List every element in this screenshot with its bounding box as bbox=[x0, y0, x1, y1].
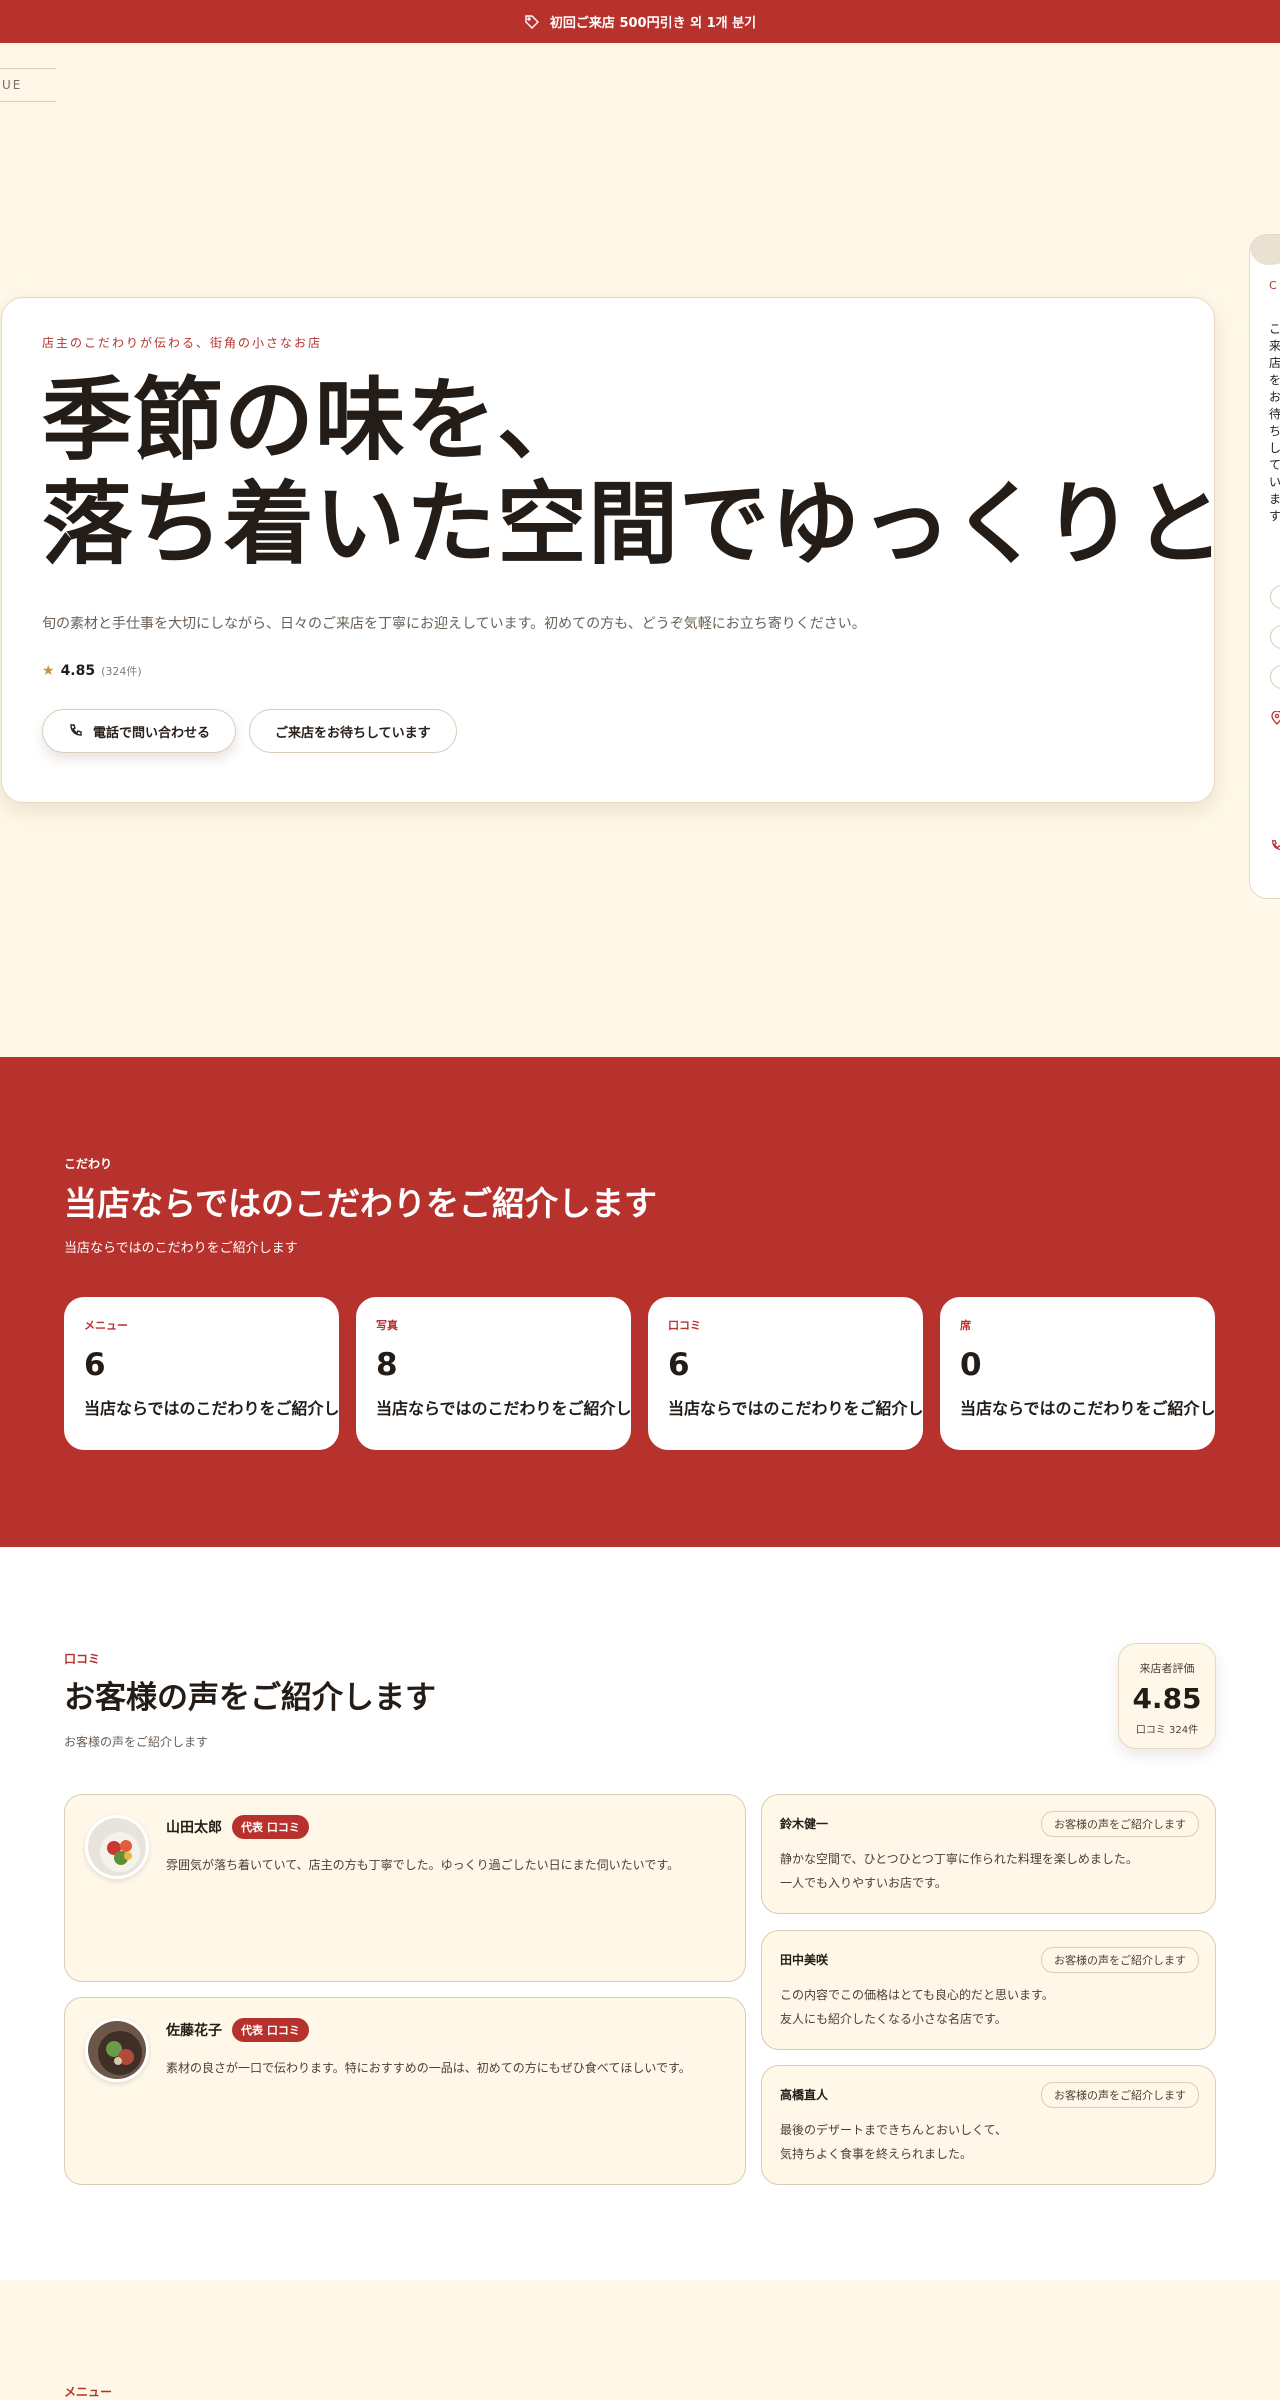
stat-cards: メニュー 6 当店ならではのこだわりをご紹介します 写真 8 当店ならではのこだ… bbox=[64, 1297, 1215, 1450]
rating-summary-count: 口コミ 324件 bbox=[1135, 1725, 1199, 1736]
commitment-title: 当店ならではのこだわりをご紹介します bbox=[64, 1184, 658, 1223]
phone-icon bbox=[1272, 840, 1280, 850]
stat-value: 6 bbox=[84, 1347, 106, 1383]
commitment-subtitle: 当店ならではのこだわりをご紹介します bbox=[64, 1241, 298, 1256]
avatar bbox=[85, 2018, 149, 2082]
stat-text: 当店ならではのこだわりをご紹介します bbox=[668, 1399, 923, 1418]
reviewer-name: 佐藤花子 bbox=[166, 2023, 222, 2039]
stat-text: 当店ならではのこだわりをご紹介します bbox=[960, 1399, 1215, 1418]
featured-badge: 代表 口コミ bbox=[232, 2018, 309, 2042]
review-body: 雰囲気が落ち着いていて、店主の方も丁寧でした。ゆっくり過ごしたい日にまた伺いたい… bbox=[166, 1858, 680, 1872]
rating-summary: 来店者評価 4.85 口コミ 324件 bbox=[1118, 1643, 1216, 1749]
food-photo-icon bbox=[88, 1818, 146, 1876]
review-tag: お客様の声をご紹介します bbox=[1041, 1811, 1199, 1837]
commitment-kicker: こだわり bbox=[64, 1157, 113, 1171]
reviewer-name: 田中美咲 bbox=[780, 1953, 829, 1967]
hero-card: 店主のこだわりが伝わる、街角の小さなお店 季節の味を、 落ち着いた空間でゆっくり… bbox=[1, 297, 1225, 803]
phone-icon bbox=[70, 724, 82, 736]
stat-label: メニュー bbox=[84, 1319, 128, 1332]
tag-icon bbox=[525, 14, 539, 29]
side-panel-pill[interactable] bbox=[1270, 665, 1280, 689]
review-tag: お客様の声をご紹介します bbox=[1041, 2082, 1199, 2108]
hero-title-line1: 季節の味を、 bbox=[42, 368, 588, 473]
review-tag: お客様の声をご紹介します bbox=[1041, 1947, 1199, 1973]
stat-card-seats[interactable]: 席 0 当店ならではのこだわりをご紹介します bbox=[940, 1297, 1215, 1450]
review-card[interactable]: 高橋直人 お客様の声をご紹介します 最後のデザートまできちんとおいしくて、 気持… bbox=[761, 2065, 1216, 2185]
reviews-section: 口コミ お客様の声をご紹介します お客様の声をご紹介します 来店者評価 4.85… bbox=[0, 1547, 1280, 2280]
stat-value: 8 bbox=[376, 1347, 398, 1383]
promo-text: 初回ご来店 500円引き 외 1개 분기 bbox=[549, 16, 757, 31]
food-photo-icon bbox=[88, 2021, 146, 2079]
review-card[interactable]: 鈴木健一 お客様の声をご紹介します 静かな空間で、ひとつひとつ丁寧に作られた料理… bbox=[761, 1794, 1216, 1914]
hero-kicker: 店主のこだわりが伝わる、街角の小さなお店 bbox=[42, 336, 323, 350]
stat-card-reviews[interactable]: 口コミ 6 当店ならではのこだわりをご紹介します bbox=[648, 1297, 923, 1450]
reviewer-name: 山田太郎 bbox=[166, 1820, 222, 1836]
star-icon: ★ bbox=[42, 663, 55, 679]
side-panel-top bbox=[1250, 235, 1280, 265]
rating-summary-score: 4.85 bbox=[1132, 1682, 1202, 1715]
reviewer-name: 高橋直人 bbox=[780, 2088, 829, 2102]
call-button-label: 電話で問い合わせる bbox=[93, 724, 211, 740]
avatar bbox=[85, 1815, 149, 1879]
stat-text: 当店ならではのこだわりをご紹介します bbox=[376, 1399, 631, 1418]
call-button[interactable]: 電話で問い合わせる bbox=[42, 709, 237, 753]
hero-title-line2: 落ち着いた空間でゆっくりと bbox=[42, 472, 1225, 577]
reviews-subtitle: お客様の声をご紹介します bbox=[64, 1735, 209, 1749]
location-icon bbox=[1271, 711, 1280, 725]
rating-score: 4.85 bbox=[60, 663, 96, 679]
stat-value: 6 bbox=[668, 1347, 690, 1383]
hero-description: 旬の素材と手仕事を大切にしながら、日々のご来店を丁寧にお迎えしています。初めての… bbox=[42, 616, 866, 632]
side-panel-pill[interactable] bbox=[1270, 585, 1280, 609]
stat-card-photos[interactable]: 写真 8 当店ならではのこだわりをご紹介します bbox=[356, 1297, 631, 1450]
featured-badge: 代表 口コミ bbox=[232, 1815, 309, 1839]
stat-value: 0 bbox=[960, 1347, 982, 1383]
review-header: 佐藤花子 代表 口コミ bbox=[166, 2018, 309, 2042]
review-body: この内容でこの価格はとても良心的だと思います。 友人にも紹介したくなる小さな名店… bbox=[780, 1988, 1054, 2026]
reviews-kicker: 口コミ bbox=[64, 1652, 101, 1666]
side-panel[interactable]: C C こ来店をお待ちしています bbox=[1249, 234, 1280, 899]
promo-bar: 初回ご来店 500円引き 외 1개 분기 bbox=[0, 0, 1280, 43]
stat-text: 当店ならではのこだわりをご紹介します bbox=[84, 1399, 339, 1418]
review-card[interactable]: 田中美咲 お客様の声をご紹介します この内容でこの価格はとても良心的だと思います… bbox=[761, 1930, 1216, 2050]
review-body: 素材の良さが一口で伝わります。特におすすめの一品は、初めての方にもぜひ食べてほし… bbox=[166, 2061, 691, 2075]
stat-card-menu[interactable]: メニュー 6 当店ならではのこだわりをご紹介します bbox=[64, 1297, 339, 1450]
side-panel-kicker: C C bbox=[1269, 279, 1280, 292]
reviews-title: お客様の声をご紹介します bbox=[64, 1680, 436, 1716]
stat-label: 席 bbox=[960, 1319, 971, 1332]
featured-review[interactable]: 佐藤花子 代表 口コミ 素材の良さが一口で伝わります。特におすすめの一品は、初め… bbox=[64, 1997, 746, 2185]
rating-summary-label: 来店者評価 bbox=[1139, 1662, 1195, 1675]
stat-label: 口コミ bbox=[668, 1319, 701, 1332]
featured-review[interactable]: 山田太郎 代表 口コミ 雰囲気が落ち着いていて、店主の方も丁寧でした。ゆっくり過… bbox=[64, 1794, 746, 1982]
commitment-section: こだわり 当店ならではのこだわりをご紹介します 当店ならではのこだわりをご紹介し… bbox=[0, 1057, 1280, 1547]
rating-count: (324件) bbox=[101, 665, 142, 678]
hero-actions: 電話で問い合わせる ご来店をお待ちしています bbox=[42, 709, 1174, 753]
hero-rating: ★ 4.85 (324件) bbox=[42, 663, 1174, 679]
welcome-button-label: ご来店をお待ちしています bbox=[275, 724, 431, 740]
side-panel-text: こ来店をお待ちしています bbox=[1269, 322, 1280, 523]
edge-tab[interactable]: UE bbox=[0, 68, 56, 102]
stat-label: 写真 bbox=[376, 1319, 398, 1332]
menu-section: メニュー bbox=[0, 2280, 1280, 2400]
review-body: 静かな空間で、ひとつひとつ丁寧に作られた料理を楽しめました。 一人でも入りやすい… bbox=[780, 1852, 1138, 1890]
hero-title: 季節の味を、 落ち着いた空間でゆっくりと bbox=[42, 368, 1225, 577]
side-panel-pill[interactable] bbox=[1270, 625, 1280, 649]
welcome-button[interactable]: ご来店をお待ちしています bbox=[249, 709, 457, 753]
menu-kicker: メニュー bbox=[64, 2385, 113, 2399]
review-body: 最後のデザートまできちんとおいしくて、 気持ちよく食事を終えられました。 bbox=[780, 2123, 1008, 2161]
review-header: 山田太郎 代表 口コミ bbox=[166, 1815, 309, 1839]
reviewer-name: 鈴木健一 bbox=[780, 1817, 829, 1831]
